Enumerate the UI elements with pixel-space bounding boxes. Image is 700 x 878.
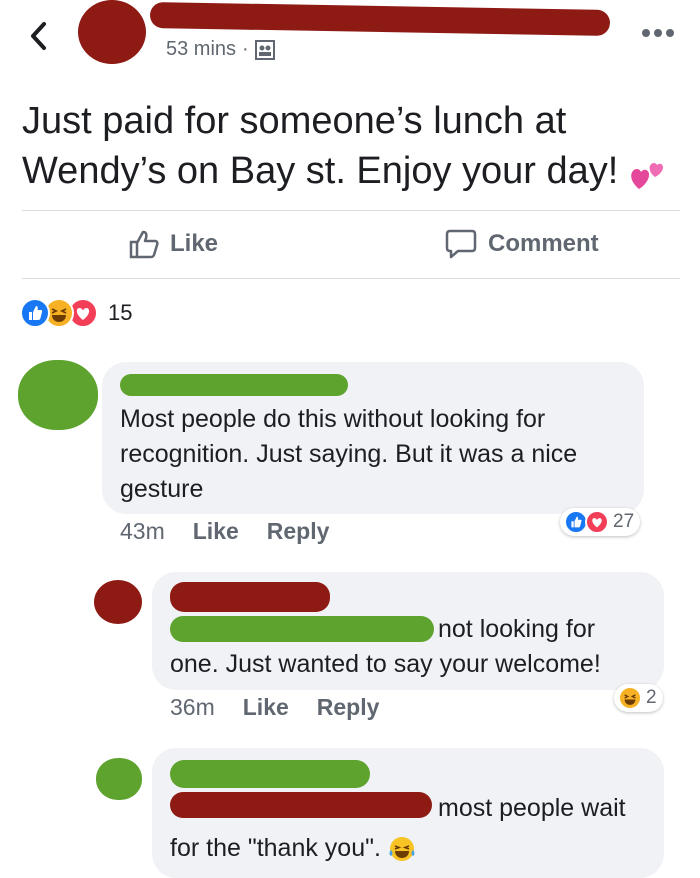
reactions-summary[interactable]: 15	[20, 298, 132, 328]
comment-1-time: 43m	[120, 518, 165, 544]
comment-3-line-1: most people wait	[438, 794, 626, 822]
comment-button-label: Comment	[488, 230, 599, 257]
post-text-line-2-wrap: Wendy’s on Bay st. Enjoy your day!	[22, 146, 682, 196]
comment-1-line-2: recognition. Just saying. But it was a n…	[120, 440, 578, 468]
comment-2-actions: 36m Like Reply	[170, 694, 379, 721]
commenter-1-avatar[interactable]	[18, 360, 98, 430]
comment-1-actions: 43m Like Reply	[120, 518, 329, 545]
comment-1-reaction-count: 27	[613, 511, 635, 532]
comment-2-reaction-count: 2	[646, 687, 657, 708]
commenter-3-name-redaction	[170, 760, 370, 788]
reactions-count: 15	[108, 300, 133, 325]
comment-2-line-2: one. Just wanted to say your welcome!	[170, 650, 601, 678]
comment-2-text: not looking for one. Just wanted to say …	[170, 612, 660, 682]
author-avatar[interactable]	[78, 0, 146, 64]
comment-2-reply-button[interactable]: Reply	[317, 694, 380, 721]
two-hearts-emoji-icon	[629, 156, 667, 190]
commenter-1-name-redaction	[120, 374, 348, 396]
post-text-line-2: Wendy’s on Bay st. Enjoy your day!	[22, 150, 619, 192]
post-meta: 53 mins ·	[166, 38, 275, 61]
comment-1-text: Most people do this without looking for …	[120, 402, 640, 507]
post-text-line-1: Just paid for someone’s lunch at	[22, 100, 567, 142]
comment-2-time: 36m	[170, 694, 215, 720]
comment-button[interactable]: Comment	[444, 228, 599, 260]
comment-3-line-2-wrap: for the "thank you".	[170, 828, 660, 868]
comment-1-reply-button[interactable]: Reply	[267, 518, 330, 545]
comment-3-line-2: for the "thank you".	[170, 834, 381, 862]
back-icon[interactable]	[24, 18, 54, 54]
like-button-label: Like	[170, 230, 219, 257]
comment-1-line-1: Most people do this without looking for	[120, 405, 546, 433]
friends-audience-icon	[254, 39, 275, 60]
post-divider-top	[22, 210, 680, 211]
more-options-icon[interactable]	[640, 26, 680, 38]
laughing-tears-emoji-icon	[388, 835, 416, 863]
like-reaction-icon	[20, 298, 50, 328]
thumbs-up-icon	[128, 228, 160, 260]
commenter-2-name-redaction	[170, 582, 330, 612]
post-timestamp: 53 mins	[166, 38, 237, 60]
comment-3-text: most people wait for the "thank you".	[170, 788, 660, 868]
comment-2-line-1: not looking for	[438, 615, 596, 643]
author-name-redaction	[149, 1, 611, 37]
comment-1-line-3: gesture	[120, 475, 204, 503]
comment-1-reactions[interactable]: 27	[560, 508, 641, 536]
commenter-3-avatar[interactable]	[96, 758, 142, 800]
haha-reaction-icon	[618, 686, 642, 710]
like-button[interactable]: Like	[128, 228, 218, 260]
comment-1-like-button[interactable]: Like	[193, 518, 239, 545]
post-divider-bottom	[22, 278, 680, 279]
comment-2-reactions[interactable]: 2	[614, 684, 663, 712]
love-reaction-icon	[585, 510, 609, 534]
comment-2-like-button[interactable]: Like	[243, 694, 289, 721]
commenter-2-avatar[interactable]	[94, 580, 142, 624]
post-text: Just paid for someone’s lunch at Wendy’s…	[22, 96, 682, 196]
comment-bubble-icon	[444, 228, 478, 260]
meta-separator: ·	[242, 38, 249, 60]
